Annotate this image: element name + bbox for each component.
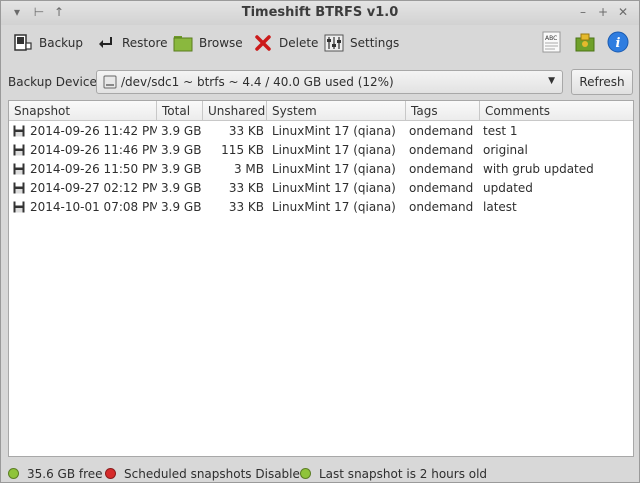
- svg-text:ABC: ABC: [545, 35, 557, 42]
- cell-tags: ondemand: [409, 200, 474, 214]
- column-header-unshared[interactable]: Unshared: [203, 101, 267, 121]
- restore-icon: [96, 33, 116, 53]
- window-title: Timeshift BTRFS v1.0: [241, 5, 399, 20]
- backup-device-value: /dev/sdc1 ~ btrfs ~ 4.4 / 40.0 GB used (…: [121, 75, 394, 89]
- cell-total: 3.9 GB: [161, 181, 202, 195]
- title-bar: ▾ ⊢ ↑ Timeshift BTRFS v1.0 – + ✕: [1, 1, 639, 25]
- cell-snapshot: 2014-09-26 11:46 PM: [30, 143, 157, 157]
- last-snapshot-text: Last snapshot is 2 hours old: [319, 467, 488, 481]
- cell-comments: with grub updated: [483, 162, 594, 176]
- backup-device-label: Backup Device: [8, 75, 97, 89]
- cell-snapshot: 2014-09-27 02:12 PM: [30, 181, 157, 195]
- cell-snapshot: 2014-09-26 11:42 PM: [30, 124, 157, 138]
- backup-button[interactable]: Backup: [13, 32, 83, 54]
- cell-snapshot: 2014-09-26 11:50 PM: [30, 162, 157, 176]
- toolbar: Backup Restore Browse Delete Settings AB…: [1, 26, 639, 62]
- cell-unshared: 115 KB: [221, 143, 264, 157]
- table-row[interactable]: 2014-09-26 11:46 PM 3.9 GB 115 KB LinuxM…: [9, 141, 633, 160]
- delete-button[interactable]: Delete: [253, 32, 318, 54]
- column-header-comments[interactable]: Comments: [480, 101, 633, 121]
- floppy-icon: [13, 163, 25, 175]
- disk-icon: [103, 75, 117, 89]
- settings-label: Settings: [350, 36, 400, 50]
- table-row[interactable]: 2014-09-26 11:50 PM 3.9 GB 3 MB LinuxMin…: [9, 160, 633, 179]
- table-header: Snapshot Total Unshared System Tags Comm…: [9, 101, 633, 121]
- folder-icon: [173, 33, 193, 53]
- cell-system: LinuxMint 17 (qiana): [272, 181, 396, 195]
- cell-system: LinuxMint 17 (qiana): [272, 124, 396, 138]
- column-header-total[interactable]: Total: [157, 101, 203, 121]
- donate-icon[interactable]: [574, 31, 596, 53]
- backup-label: Backup: [39, 36, 83, 50]
- last-snapshot-status-icon: [300, 468, 311, 479]
- table-row[interactable]: 2014-10-01 07:08 PM 3.9 GB 33 KB LinuxMi…: [9, 198, 633, 217]
- floppy-icon: [13, 201, 25, 213]
- cell-comments: latest: [483, 200, 517, 214]
- svg-text:i: i: [616, 36, 621, 51]
- cell-snapshot: 2014-10-01 07:08 PM: [30, 200, 157, 214]
- scheduled-status-text: Scheduled snapshots Disabled: [124, 467, 308, 481]
- cell-comments: test 1: [483, 124, 518, 138]
- cell-comments: updated: [483, 181, 533, 195]
- column-header-tags[interactable]: Tags: [406, 101, 480, 121]
- backup-device-row: Backup Device /dev/sdc1 ~ btrfs ~ 4.4 / …: [1, 67, 639, 97]
- floppy-icon: [13, 125, 25, 137]
- cell-unshared: 33 KB: [228, 181, 264, 195]
- column-header-system[interactable]: System: [267, 101, 406, 121]
- cell-total: 3.9 GB: [161, 143, 202, 157]
- cell-total: 3.9 GB: [161, 124, 202, 138]
- cell-tags: ondemand: [409, 181, 474, 195]
- cell-system: LinuxMint 17 (qiana): [272, 143, 396, 157]
- delete-label: Delete: [279, 36, 319, 50]
- free-space-text: 35.6 GB free: [27, 467, 103, 481]
- backup-icon: [13, 33, 33, 53]
- spellcheck-icon[interactable]: ABC: [541, 31, 563, 53]
- cell-tags: ondemand: [409, 162, 474, 176]
- table-row[interactable]: 2014-09-27 02:12 PM 3.9 GB 33 KB LinuxMi…: [9, 179, 633, 198]
- cell-comments: original: [483, 143, 528, 157]
- free-space-status-icon: [8, 468, 19, 479]
- cell-unshared: 33 KB: [228, 200, 264, 214]
- cell-unshared: 3 MB: [233, 162, 264, 176]
- floppy-icon: [13, 182, 25, 194]
- app-window: ▾ ⊢ ↑ Timeshift BTRFS v1.0 – + ✕ Backup: [0, 0, 640, 483]
- close-button[interactable]: ✕: [615, 4, 631, 20]
- scheduled-status-icon: [105, 468, 116, 479]
- cell-unshared: 33 KB: [228, 124, 264, 138]
- restore-button[interactable]: Restore: [96, 32, 168, 54]
- chevron-down-icon: ▼: [548, 76, 555, 86]
- refresh-button[interactable]: Refresh: [571, 69, 633, 95]
- info-icon[interactable]: i: [607, 31, 629, 53]
- maximize-button[interactable]: +: [595, 4, 611, 20]
- cell-tags: ondemand: [409, 143, 474, 157]
- cell-total: 3.9 GB: [161, 200, 202, 214]
- snapshot-table: Snapshot Total Unshared System Tags Comm…: [8, 100, 634, 457]
- status-bar: 35.6 GB free Scheduled snapshots Disable…: [1, 463, 639, 483]
- restore-label: Restore: [122, 36, 168, 50]
- cell-system: LinuxMint 17 (qiana): [272, 200, 396, 214]
- settings-sliders-icon: [324, 33, 344, 53]
- floppy-icon: [13, 144, 25, 156]
- cell-total: 3.9 GB: [161, 162, 202, 176]
- table-row[interactable]: 2014-09-26 11:42 PM 3.9 GB 33 KB LinuxMi…: [9, 122, 633, 141]
- browse-button[interactable]: Browse: [173, 32, 243, 54]
- cell-tags: ondemand: [409, 124, 474, 138]
- minimize-button[interactable]: –: [575, 4, 591, 20]
- browse-label: Browse: [199, 36, 243, 50]
- settings-button[interactable]: Settings: [324, 32, 399, 54]
- delete-icon: [253, 33, 273, 53]
- backup-device-select[interactable]: /dev/sdc1 ~ btrfs ~ 4.4 / 40.0 GB used (…: [96, 70, 563, 94]
- cell-system: LinuxMint 17 (qiana): [272, 162, 396, 176]
- column-header-snapshot[interactable]: Snapshot: [9, 101, 157, 121]
